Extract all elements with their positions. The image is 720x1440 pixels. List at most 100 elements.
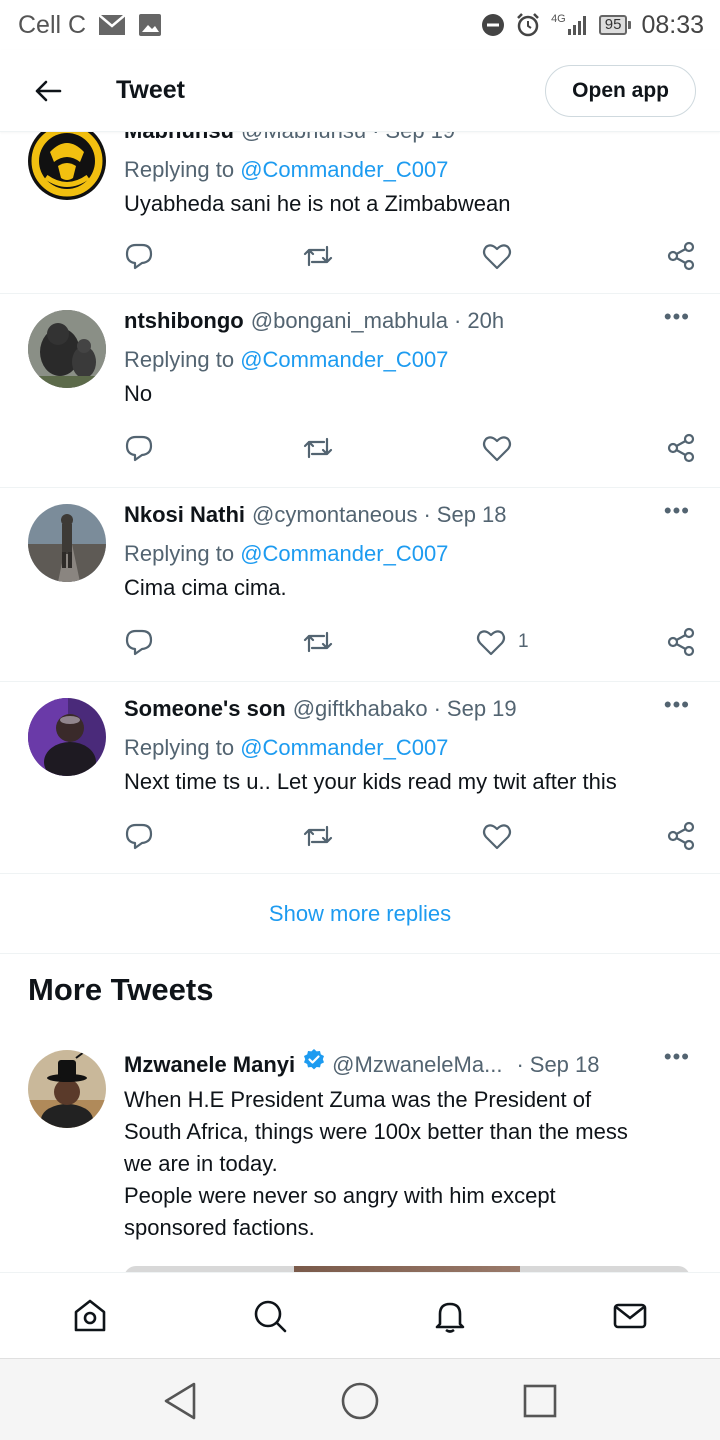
section-title: More Tweets — [28, 972, 214, 1007]
back-button[interactable] — [18, 61, 78, 121]
more-options-icon[interactable]: ••• — [664, 692, 690, 718]
author-name[interactable]: Someone's son — [124, 696, 286, 722]
bottom-navigation — [0, 1272, 720, 1358]
nav-search-button[interactable] — [240, 1286, 300, 1346]
more-options-icon[interactable]: ••• — [664, 132, 690, 140]
author-name[interactable]: ntshibongo — [124, 308, 244, 334]
share-icon — [666, 241, 696, 271]
tweet-date[interactable]: Sep 18 — [530, 1052, 600, 1078]
author-name[interactable]: Mabhunsu — [124, 132, 234, 144]
author-handle[interactable]: @MzwaneleMa... — [332, 1052, 502, 1078]
retweet-button[interactable] — [302, 433, 334, 463]
arrow-left-icon — [35, 80, 62, 101]
tweet-date[interactable]: 20h — [467, 308, 504, 334]
share-button[interactable] — [666, 821, 696, 851]
nav-home-button[interactable] — [60, 1286, 120, 1346]
reply-tweet[interactable]: Mabhunsu @Mabhunsu · Sep 19 ••• Replying… — [0, 132, 720, 294]
tweet-text: Next time ts u.. Let your kids read my t… — [124, 769, 617, 794]
mail-icon — [613, 1303, 647, 1328]
retweet-icon — [302, 433, 334, 463]
open-app-button[interactable]: Open app — [545, 64, 696, 117]
more-options-icon[interactable]: ••• — [664, 304, 690, 330]
retweet-button[interactable] — [302, 821, 334, 851]
system-recents-button[interactable] — [516, 1377, 564, 1425]
mention-link[interactable]: @Commander_C007 — [240, 735, 448, 760]
bell-icon — [435, 1302, 465, 1333]
system-home-button[interactable] — [336, 1377, 384, 1425]
author-name[interactable]: Nkosi Nathi — [124, 502, 245, 528]
share-button[interactable] — [666, 627, 696, 657]
back-triangle-icon — [164, 1382, 196, 1420]
reply-icon — [124, 433, 154, 463]
home-icon — [74, 1299, 106, 1331]
reply-button[interactable] — [124, 821, 154, 851]
image-notification-icon — [138, 13, 162, 37]
verified-badge-icon — [302, 1048, 326, 1078]
share-button[interactable] — [666, 433, 696, 463]
tweet-date[interactable]: Sep 19 — [447, 696, 517, 722]
tweet-actions — [124, 428, 696, 468]
reply-button[interactable] — [124, 627, 154, 657]
more-options-icon[interactable]: ••• — [664, 498, 690, 524]
retweet-button[interactable] — [302, 241, 334, 271]
retweet-icon — [302, 821, 334, 851]
avatar[interactable] — [28, 504, 106, 582]
retweet-button[interactable] — [302, 627, 334, 657]
nav-notifications-button[interactable] — [420, 1286, 480, 1346]
reply-button[interactable] — [124, 433, 154, 463]
reply-icon — [124, 241, 154, 271]
like-button[interactable] — [482, 242, 512, 270]
reply-icon — [124, 821, 154, 851]
heart-icon — [482, 822, 512, 850]
tweet-text: No — [124, 381, 153, 406]
signal-icon: 4G — [551, 14, 589, 36]
tweet-actions — [124, 816, 696, 856]
replying-to: Replying to @Commander_C007 — [124, 541, 449, 566]
like-button[interactable] — [482, 822, 512, 850]
avatar[interactable] — [28, 132, 106, 200]
share-icon — [666, 627, 696, 657]
author-handle[interactable]: @cymontaneous — [252, 502, 417, 528]
retweet-icon — [302, 627, 334, 657]
avatar[interactable] — [28, 310, 106, 388]
mention-link[interactable]: @Commander_C007 — [240, 157, 448, 182]
like-button[interactable]: 1 — [476, 628, 529, 656]
system-navigation-bar — [0, 1358, 720, 1440]
home-circle-icon — [341, 1382, 379, 1420]
heart-icon — [482, 434, 512, 462]
share-icon — [666, 433, 696, 463]
avatar[interactable] — [28, 1050, 106, 1128]
reply-tweet[interactable]: Someone's son @giftkhabako · Sep 19 ••• … — [0, 682, 720, 874]
tweet-actions — [124, 236, 696, 276]
top-app-bar: Tweet Open app — [0, 50, 720, 132]
author-handle[interactable]: @Mabhunsu — [241, 132, 366, 144]
avatar[interactable] — [28, 698, 106, 776]
search-icon — [254, 1300, 287, 1332]
carrier-label: Cell C — [18, 10, 87, 39]
tweet-date[interactable]: Sep 19 — [385, 132, 455, 144]
author-name[interactable]: Mzwanele Manyi — [124, 1052, 295, 1078]
clock: 08:33 — [641, 10, 704, 39]
status-bar: Cell C 4G 95 08:33 — [0, 0, 720, 50]
tweet-actions: 1 — [124, 622, 696, 662]
nav-messages-button[interactable] — [600, 1286, 660, 1346]
recents-square-icon — [523, 1384, 557, 1418]
more-options-icon[interactable]: ••• — [664, 1044, 690, 1070]
alarm-icon — [515, 12, 541, 38]
share-button[interactable] — [666, 241, 696, 271]
reply-button[interactable] — [124, 241, 154, 271]
tweet-feed[interactable]: Mabhunsu @Mabhunsu · Sep 19 ••• Replying… — [0, 132, 720, 1272]
tweet-date[interactable]: Sep 18 — [437, 502, 507, 528]
author-handle[interactable]: @bongani_mabhula — [251, 308, 448, 334]
system-back-button[interactable] — [156, 1377, 204, 1425]
mention-link[interactable]: @Commander_C007 — [240, 347, 448, 372]
show-more-replies-link[interactable]: Show more replies — [0, 874, 720, 954]
like-button[interactable] — [482, 434, 512, 462]
mail-notification-icon — [98, 14, 126, 36]
reply-tweet[interactable]: ntshibongo @bongani_mabhula · 20h ••• Re… — [0, 294, 720, 488]
reply-tweet[interactable]: Nkosi Nathi @cymontaneous · Sep 18 ••• R… — [0, 488, 720, 682]
battery-indicator: 95 — [598, 15, 632, 35]
author-handle[interactable]: @giftkhabako — [293, 696, 428, 722]
suggested-tweet[interactable]: Mzwanele Manyi @MzwaneleMa... · Sep 18 •… — [0, 1036, 720, 1272]
mention-link[interactable]: @Commander_C007 — [240, 541, 448, 566]
